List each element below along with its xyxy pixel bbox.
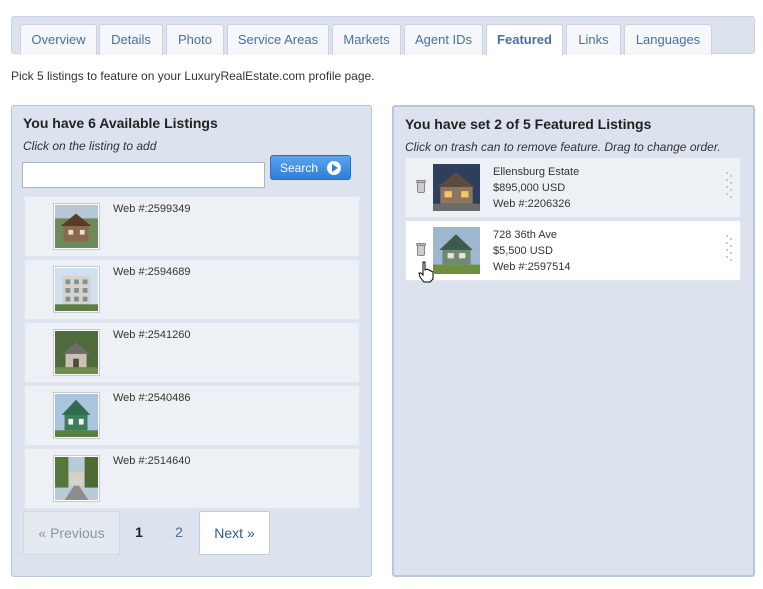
featured-item-web-id: Web #:2206326 — [493, 198, 571, 210]
featured-listings-panel: You have set 2 of 5 Featured Listings Cl… — [392, 105, 755, 577]
tab-markets[interactable]: Markets — [332, 24, 401, 55]
available-listings-panel: You have 6 Available Listings Click on t… — [11, 105, 372, 577]
list-item[interactable]: Web #:2514640 — [24, 448, 360, 509]
trash-icon[interactable] — [416, 180, 426, 193]
listing-web-id: Web #:2599349 — [113, 203, 191, 215]
tab-links[interactable]: Links — [566, 24, 621, 55]
available-subtitle: Click on the listing to add — [23, 139, 157, 153]
building-photo-thumbnail — [53, 266, 100, 313]
house-photo-icon — [55, 331, 98, 374]
search-button-label: Search — [280, 161, 319, 175]
featured-item-name: Ellensburg Estate — [493, 166, 580, 178]
listing-web-id: Web #:2594689 — [113, 266, 191, 278]
listing-web-id: Web #:2540486 — [113, 392, 191, 404]
next-page-button[interactable]: Next » — [199, 511, 270, 555]
featured-item[interactable]: 728 36th Ave $5,500 USD Web #:2597514 — [405, 220, 741, 283]
tab-service-areas[interactable]: Service Areas — [227, 24, 329, 55]
tab-featured[interactable]: Featured — [486, 24, 563, 56]
list-item[interactable]: Web #:2541260 — [24, 322, 360, 383]
search-input[interactable] — [22, 162, 265, 188]
building-photo-icon — [55, 268, 98, 311]
listing-web-id: Web #:2514640 — [113, 455, 191, 467]
page-2-link[interactable]: 2 — [166, 511, 192, 555]
tab-languages[interactable]: Languages — [624, 24, 712, 55]
street-photo-thumbnail — [53, 455, 100, 502]
house-photo-icon — [433, 227, 480, 274]
house-photo-icon — [55, 394, 98, 437]
featured-item-price: $5,500 USD — [493, 245, 553, 257]
featured-item-details: Ellensburg Estate $895,000 USD Web #:220… — [493, 164, 579, 212]
featured-item-name: 728 36th Ave — [493, 229, 558, 241]
house-photo-thumbnail — [53, 203, 100, 250]
page-1-link[interactable]: 1 — [126, 511, 152, 555]
featured-item-details: 728 36th Ave $5,500 USD Web #:2597514 — [493, 227, 570, 275]
available-list: Web #:2599349 Web #:2594689 Web #:254126… — [24, 196, 360, 511]
tab-agent-ids[interactable]: Agent IDs — [404, 24, 483, 55]
tab-bar: Overview Details Photo Service Areas Mar… — [11, 16, 755, 56]
search-button[interactable]: Search — [270, 155, 351, 180]
play-circle-icon — [327, 161, 341, 175]
house-photo-thumbnail — [433, 227, 480, 274]
previous-page-button[interactable]: « Previous — [23, 511, 120, 555]
list-item[interactable]: Web #:2599349 — [24, 196, 360, 257]
drag-handle-icon[interactable] — [726, 172, 736, 202]
house-photo-thumbnail — [53, 329, 100, 376]
intro-text: Pick 5 listings to feature on your Luxur… — [11, 69, 375, 83]
house-photo-thumbnail — [53, 392, 100, 439]
drag-handle-icon[interactable] — [726, 235, 736, 265]
trash-icon[interactable] — [416, 243, 426, 256]
list-item[interactable]: Web #:2540486 — [24, 385, 360, 446]
tab-details[interactable]: Details — [99, 24, 163, 55]
tab-photo[interactable]: Photo — [166, 24, 224, 55]
estate-photo-thumbnail — [433, 164, 480, 211]
featured-title: You have set 2 of 5 Featured Listings — [405, 116, 652, 132]
available-title: You have 6 Available Listings — [23, 115, 218, 131]
featured-item[interactable]: Ellensburg Estate $895,000 USD Web #:220… — [405, 157, 741, 218]
featured-item-web-id: Web #:2597514 — [493, 261, 571, 273]
list-item[interactable]: Web #:2594689 — [24, 259, 360, 320]
listing-web-id: Web #:2541260 — [113, 329, 191, 341]
featured-item-price: $895,000 USD — [493, 182, 566, 194]
featured-list: Ellensburg Estate $895,000 USD Web #:220… — [405, 157, 741, 283]
estate-photo-icon — [433, 164, 480, 211]
street-photo-icon — [55, 457, 98, 500]
house-photo-icon — [55, 205, 98, 248]
tab-overview[interactable]: Overview — [20, 24, 97, 55]
featured-subtitle: Click on trash can to remove feature. Dr… — [405, 140, 721, 154]
